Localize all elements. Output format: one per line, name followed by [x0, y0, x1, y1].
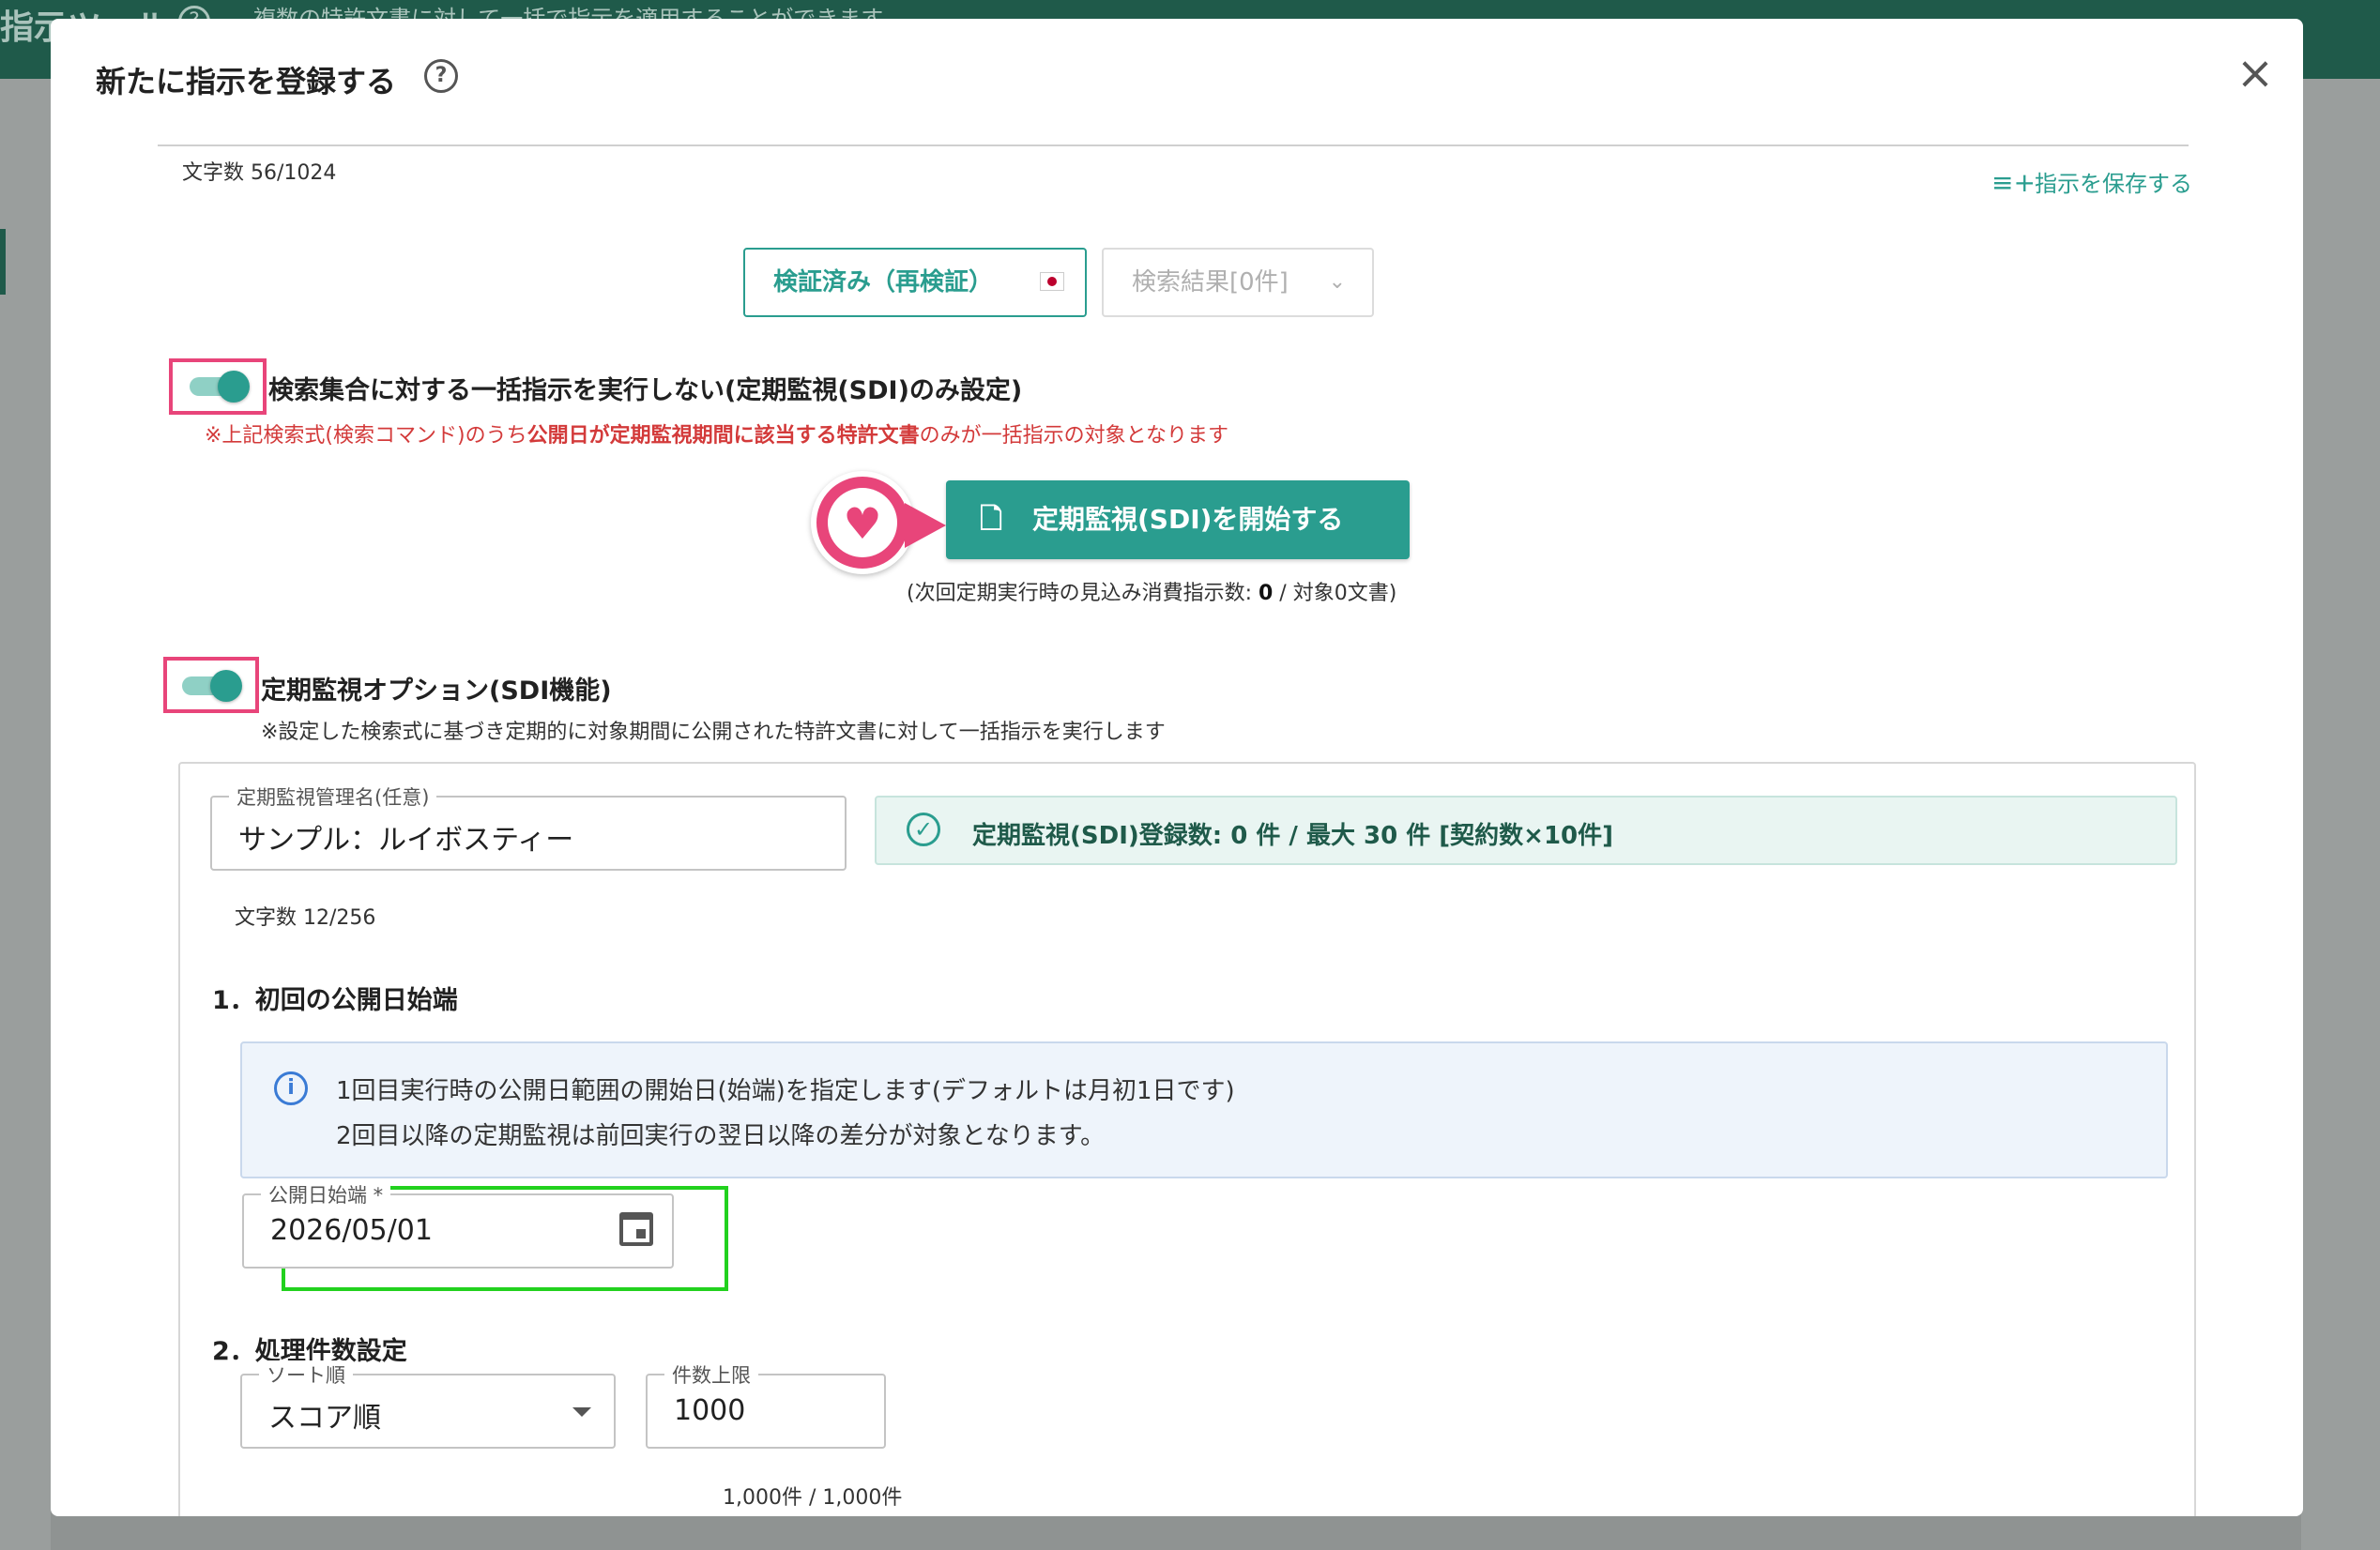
- toggle-knob: [210, 670, 242, 702]
- sdi-name-field[interactable]: 定期監視管理名(任意) サンプル：ルイボスティー: [210, 783, 847, 871]
- info-box: i 1回目実行時の公開日範囲の開始日(始端)を指定します(デフォルトは月初1日で…: [240, 1041, 2168, 1178]
- limit-input[interactable]: 件数上限 1000: [646, 1360, 886, 1449]
- bulk-instruction-toggle[interactable]: [190, 371, 250, 403]
- calendar-icon[interactable]: [619, 1212, 653, 1246]
- reverify-button[interactable]: 検証済み（再検証）: [743, 248, 1087, 317]
- sort-order-select[interactable]: ソート順 スコア順: [240, 1360, 616, 1449]
- sdi-option-toggle[interactable]: [182, 670, 242, 702]
- close-icon[interactable]: ×: [2234, 51, 2277, 96]
- sort-value: スコア順: [268, 1402, 381, 1435]
- caret-down-icon: [572, 1407, 591, 1417]
- sdi-name-legend: 定期監視管理名(任意): [229, 783, 437, 811]
- bulk-toggle-note: ※上記検索式(検索コマンド)のうち公開日が定期監視期間に該当する特許文書のみが一…: [205, 418, 1228, 448]
- app-right-panel: [2301, 79, 2380, 1550]
- sdi-count-banner: ✓ 定期監視(SDI)登録数: 0 件 / 最大 30 件 [契約数×10件]: [875, 796, 2177, 865]
- toggle-knob: [218, 371, 250, 403]
- sdi-name-char-count: 文字数 12/256: [235, 906, 376, 930]
- search-results-dropdown[interactable]: 検索結果[0件] ⌄: [1102, 248, 1374, 317]
- instruction-field-bottom-border: [158, 144, 2189, 146]
- estimate-text: (次回定期実行時の見込み消費指示数: 0 / 対象0文書): [907, 576, 1396, 606]
- limit-legend: 件数上限: [664, 1360, 758, 1389]
- sdi-toggle-note: ※設定した検索式に基づき定期的に対象期間に公開された特許文書に対して一括指示を実…: [261, 721, 1166, 744]
- check-circle-icon: ✓: [907, 813, 940, 846]
- info-icon: i: [274, 1071, 308, 1105]
- search-results-label: 検索結果[0件]: [1132, 268, 1289, 296]
- heart-badge-pointer: [905, 503, 946, 548]
- playlist-add-icon: ≡+: [1991, 167, 2036, 198]
- note-suffix: のみが一括指示の対象となります: [919, 424, 1228, 448]
- sdi-name-value: サンプル：ルイボスティー: [238, 824, 574, 857]
- estimate-prefix: (次回定期実行時の見込み消費指示数:: [907, 582, 1259, 605]
- reverify-label: 検証済み（再検証）: [773, 268, 994, 296]
- info-line-1: 1回目実行時の公開日範囲の開始日(始端)を指定します(デフォルトは月初1日です): [336, 1077, 1235, 1105]
- chevron-down-icon: ⌄: [1328, 270, 1346, 294]
- register-instruction-modal: 新たに指示を登録する ? × 文字数 56/1024 ≡+指示を保存する 検証済…: [51, 19, 2303, 1516]
- start-sdi-button[interactable]: 🗋 定期監視(SDI)を開始する: [946, 480, 1410, 559]
- estimate-value: 0: [1259, 582, 1274, 605]
- start-sdi-label: 定期監視(SDI)を開始する: [1032, 504, 1344, 535]
- date-legend: 公開日始端 *: [261, 1180, 391, 1208]
- estimate-suffix: / 対象0文書): [1273, 582, 1397, 605]
- save-instruction-button[interactable]: ≡+指示を保存する: [1991, 165, 2192, 198]
- heart-icon: ♥: [828, 488, 897, 557]
- modal-title: 新たに指示を登録する: [96, 64, 397, 99]
- file-plus-icon: 🗋: [980, 503, 1003, 536]
- section1-title: 1．初回の公開日始端: [212, 986, 458, 1015]
- limit-note: 1,000件 / 1,000件: [723, 1486, 903, 1510]
- sort-legend: ソート順: [259, 1360, 353, 1389]
- publication-start-date-field[interactable]: 公開日始端 * 2026/05/01: [242, 1180, 674, 1269]
- heart-badge: ♥: [811, 471, 914, 574]
- bulk-toggle-label: 検索集合に対する一括指示を実行しない(定期監視(SDI)のみ設定): [268, 376, 1023, 405]
- sidebar-active-bar: [0, 229, 6, 295]
- save-instruction-label: 指示を保存する: [2035, 171, 2192, 197]
- sdi-toggle-label: 定期監視オプション(SDI機能): [261, 676, 612, 706]
- help-circle-icon[interactable]: ?: [424, 59, 458, 93]
- limit-value: 1000: [674, 1394, 746, 1427]
- sdi-count-text: 定期監視(SDI)登録数: 0 件 / 最大 30 件 [契約数×10件]: [972, 822, 1614, 850]
- note-bold: 公開日が定期監視期間に該当する特許文書: [526, 424, 920, 448]
- date-value: 2026/05/01: [270, 1214, 433, 1247]
- info-line-2: 2回目以降の定期監視は前回実行の翌日以降の差分が対象となります。: [336, 1122, 1106, 1150]
- instruction-char-count: 文字数 56/1024: [182, 161, 337, 185]
- note-prefix: ※上記検索式(検索コマンド)のうち: [205, 424, 527, 448]
- app-sidebar: [0, 79, 51, 1550]
- japan-flag-icon: [1040, 272, 1064, 291]
